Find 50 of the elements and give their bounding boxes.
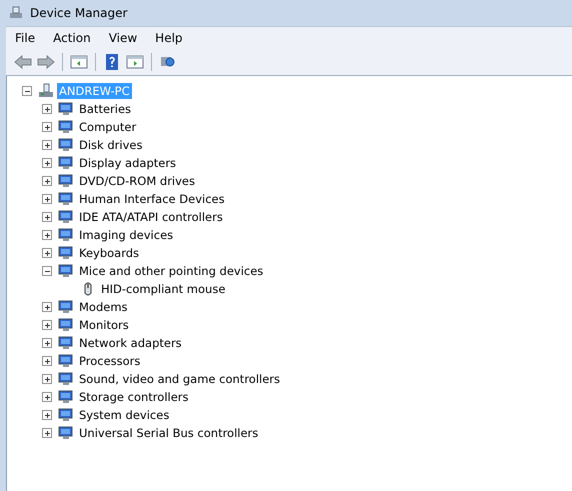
tree-item[interactable]: System devices [77, 407, 172, 423]
tree-item[interactable]: Disk drives [77, 137, 144, 153]
device-icon [58, 353, 74, 369]
device-icon [58, 425, 74, 441]
device-icon [58, 227, 74, 243]
tree-item[interactable]: Universal Serial Bus controllers [77, 425, 260, 441]
device-icon [58, 245, 74, 261]
panel-icon[interactable] [70, 54, 88, 70]
computer-icon [38, 83, 54, 99]
tree-item[interactable]: Imaging devices [77, 227, 176, 243]
tree-item[interactable]: Sound, video and game controllers [77, 371, 282, 387]
tree-item[interactable]: DVD/CD-ROM drives [77, 173, 197, 189]
device-icon [58, 209, 74, 225]
menu-item[interactable]: Action [44, 31, 100, 45]
panel-icon[interactable] [126, 54, 144, 70]
tree-item[interactable]: Display adapters [77, 155, 178, 171]
tree-item[interactable]: Monitors [77, 317, 131, 333]
tree-item[interactable]: Processors [77, 353, 142, 369]
back-arrow-icon[interactable] [14, 54, 32, 70]
computer-icon [8, 5, 24, 21]
device-icon [58, 137, 74, 153]
device-icon [58, 173, 74, 189]
tree-item[interactable]: IDE ATA/ATAPI controllers [77, 209, 225, 225]
device-icon [58, 407, 74, 423]
menu-item[interactable]: Help [146, 31, 192, 45]
device-icon [58, 191, 74, 207]
tree-item[interactable]: Mice and other pointing devices [77, 263, 266, 279]
window-title: Device Manager [30, 6, 128, 20]
tree-item[interactable]: Computer [77, 119, 138, 135]
menu-item[interactable]: File [6, 31, 44, 45]
device-icon [58, 155, 74, 171]
device-icon [58, 119, 74, 135]
tree-item[interactable]: Storage controllers [77, 389, 191, 405]
device-icon [58, 389, 74, 405]
device-icon [58, 317, 74, 333]
forward-arrow-icon[interactable] [37, 54, 55, 70]
help-icon[interactable] [103, 54, 121, 70]
menu-item[interactable]: View [100, 31, 146, 45]
collapse-icon[interactable] [22, 86, 32, 96]
device-icon [58, 101, 74, 117]
device-icon [58, 299, 74, 315]
device-icon [58, 371, 74, 387]
tree-item[interactable]: Modems [77, 299, 130, 315]
tree-item[interactable]: HID-compliant mouse [99, 281, 228, 297]
tree-item[interactable]: Keyboards [77, 245, 142, 261]
tree-item[interactable]: Human Interface Devices [77, 191, 227, 207]
device-icon [58, 335, 74, 351]
device-icon [58, 263, 74, 279]
tree-item[interactable]: Batteries [77, 101, 134, 117]
tree-item[interactable]: Network adapters [77, 335, 184, 351]
